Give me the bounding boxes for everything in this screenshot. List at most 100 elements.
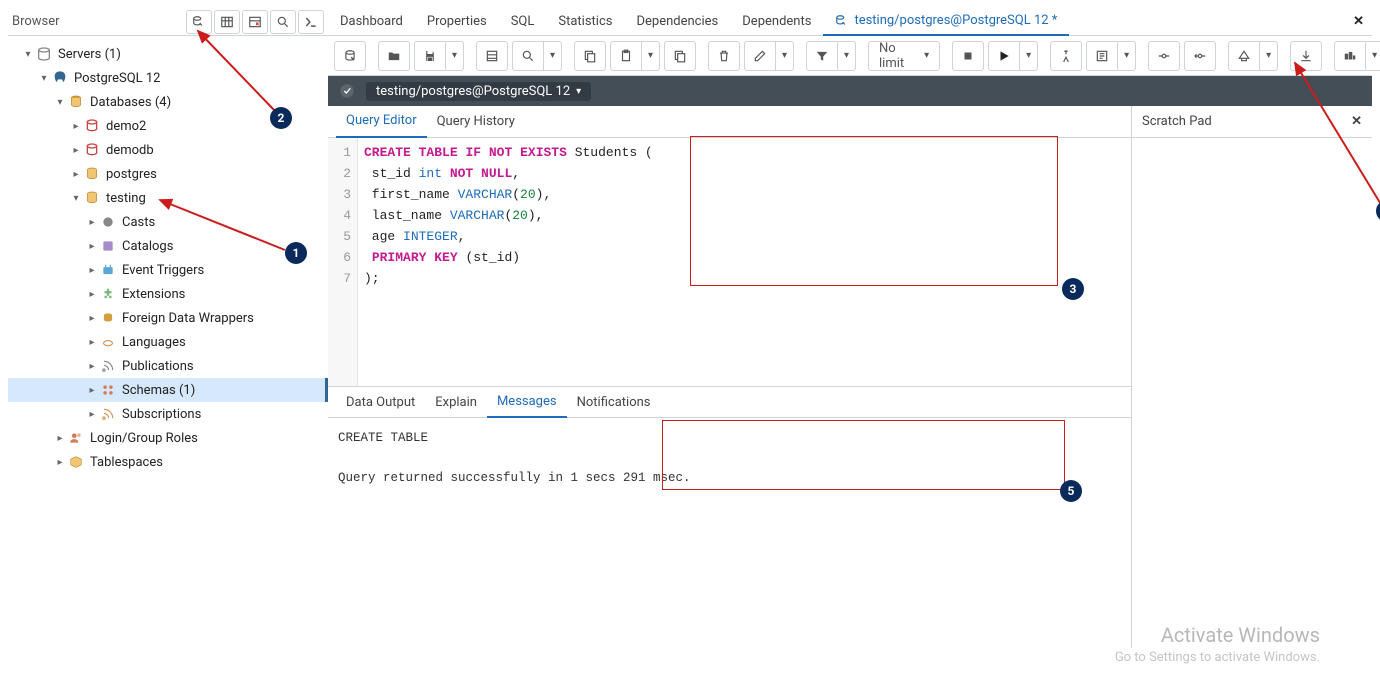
tree-catalogs[interactable]: ▸Catalogs	[8, 234, 328, 258]
tab-sql[interactable]: SQL	[499, 8, 547, 36]
open-file-button[interactable]	[334, 41, 366, 71]
server-group-icon	[36, 46, 52, 62]
tree-languages[interactable]: ▸Languages	[8, 330, 328, 354]
tab-explain[interactable]: Explain	[425, 386, 487, 418]
tree-publications[interactable]: ▸Publications	[8, 354, 328, 378]
database-group-icon	[68, 94, 84, 110]
tree-label: Catalogs	[122, 239, 173, 254]
annotation-2: 2	[270, 107, 292, 129]
view-data-button[interactable]	[214, 10, 240, 34]
clear-button[interactable]	[1228, 41, 1260, 71]
output-tabs: Data Output Explain Messages Notificatio…	[328, 386, 1131, 418]
tab-statistics[interactable]: Statistics	[546, 8, 624, 36]
filter-rows-button[interactable]	[242, 10, 268, 34]
tab-properties[interactable]: Properties	[415, 8, 499, 36]
database-icon	[84, 118, 100, 134]
explain-dropdown[interactable]: ▾	[1118, 41, 1136, 71]
languages-icon	[100, 334, 116, 350]
macros-button[interactable]	[1334, 41, 1366, 71]
tab-dependencies[interactable]: Dependencies	[624, 8, 730, 36]
tab-query-history[interactable]: Query History	[427, 106, 525, 138]
search-objects-button[interactable]	[270, 10, 296, 34]
watermark-title: Activate Windows	[1161, 623, 1320, 647]
tablespaces-icon	[68, 454, 84, 470]
tab-query-editor[interactable]: Query Editor	[336, 106, 427, 138]
tree-fdw[interactable]: ▸Foreign Data Wrappers	[8, 306, 328, 330]
tree-label: Languages	[122, 335, 186, 350]
find-dropdown[interactable]: ▾	[544, 41, 562, 71]
tree-label: Event Triggers	[122, 263, 204, 278]
extensions-icon	[100, 286, 116, 302]
explain-button[interactable]	[1050, 41, 1082, 71]
stop-button[interactable]	[952, 41, 984, 71]
tab-data-output[interactable]: Data Output	[336, 386, 425, 418]
message-line2: Query returned successfully in 1 secs 29…	[338, 471, 691, 485]
execute-button[interactable]	[988, 41, 1020, 71]
code-lines: CREATE TABLE IF NOT EXISTS Students ( st…	[358, 138, 659, 386]
query-tool-button[interactable]	[186, 10, 212, 34]
tree-casts[interactable]: ▸Casts	[8, 210, 328, 234]
tree-db-postgres[interactable]: ▸postgres	[8, 162, 328, 186]
commit-button[interactable]	[1148, 41, 1180, 71]
connection-status-icon[interactable]	[336, 80, 358, 102]
annotation-box-5	[662, 420, 1065, 490]
tree-extensions[interactable]: ▸Extensions	[8, 282, 328, 306]
scratch-pad: Scratch Pad ✕	[1132, 106, 1372, 648]
folder-open-button[interactable]	[378, 41, 410, 71]
edit2-button[interactable]	[744, 41, 776, 71]
top-tabs: Dashboard Properties SQL Statistics Depe…	[328, 8, 1372, 36]
edit-button[interactable]	[476, 41, 508, 71]
sql-toolbar: ▾ ▾ ▾ ▾ ▾ No limit▾ ▾ ▾ ▾ ▾	[328, 36, 1372, 76]
explain-analyze-button[interactable]	[1086, 41, 1118, 71]
main-area: Dashboard Properties SQL Statistics Depe…	[328, 8, 1372, 648]
execute-dropdown[interactable]: ▾	[1020, 41, 1038, 71]
database-icon	[84, 190, 100, 206]
tab-notifications[interactable]: Notifications	[567, 386, 661, 418]
tree-subscriptions[interactable]: ▸Subscriptions	[8, 402, 328, 426]
database-icon	[84, 142, 100, 158]
filter-dropdown[interactable]: ▾	[838, 41, 856, 71]
browser-title: Browser	[8, 14, 186, 29]
roles-icon	[68, 430, 84, 446]
tree-event-triggers[interactable]: ▸Event Triggers	[8, 258, 328, 282]
clear-dropdown[interactable]: ▾	[1260, 41, 1278, 71]
paste-dropdown[interactable]: ▾	[642, 41, 660, 71]
tree-postgresql[interactable]: ▾PostgreSQL 12	[8, 66, 328, 90]
save-button[interactable]	[414, 41, 446, 71]
tree-login-roles[interactable]: ▸Login/Group Roles	[8, 426, 328, 450]
tree-servers[interactable]: ▾Servers (1)	[8, 42, 328, 66]
tab-dashboard[interactable]: Dashboard	[328, 8, 415, 36]
tab-close-button[interactable]: ✕	[1345, 14, 1372, 29]
psql-tool-button[interactable]	[298, 10, 324, 34]
line-gutter: 1234567	[328, 138, 358, 386]
copy-button[interactable]	[574, 41, 606, 71]
filter-button[interactable]	[806, 41, 838, 71]
tree-schemas[interactable]: ▸Schemas (1)	[8, 378, 328, 402]
tree-db-demodb[interactable]: ▸demodb	[8, 138, 328, 162]
macros-dropdown[interactable]: ▾	[1366, 41, 1380, 71]
connection-selector[interactable]: testing/postgres@PostgreSQL 12▾	[366, 82, 591, 101]
connection-bar: testing/postgres@PostgreSQL 12▾	[328, 76, 1372, 106]
delete-button[interactable]	[708, 41, 740, 71]
tree-tablespaces[interactable]: ▸Tablespaces	[8, 450, 328, 474]
scratch-close-button[interactable]: ✕	[1351, 114, 1362, 129]
edit2-dropdown[interactable]: ▾	[776, 41, 794, 71]
save-dropdown[interactable]: ▾	[446, 41, 464, 71]
event-triggers-icon	[100, 262, 116, 278]
editor-tabs: Query Editor Query History	[328, 106, 1131, 138]
tab-messages[interactable]: Messages	[487, 386, 567, 418]
download-button[interactable]	[1290, 41, 1322, 71]
schemas-icon	[100, 382, 116, 398]
limit-dropdown[interactable]: No limit▾	[868, 41, 940, 71]
paste-button[interactable]	[610, 41, 642, 71]
tab-query-tool[interactable]: testing/postgres@PostgreSQL 12 *	[823, 8, 1069, 36]
connection-label: testing/postgres@PostgreSQL 12	[376, 84, 570, 99]
tree-label: Casts	[122, 215, 155, 230]
publications-icon	[100, 358, 116, 374]
copy-result-button[interactable]	[664, 41, 696, 71]
tab-dependents[interactable]: Dependents	[730, 8, 823, 36]
find-button[interactable]	[512, 41, 544, 71]
annotation-1: 1	[285, 242, 307, 264]
rollback-button[interactable]	[1184, 41, 1216, 71]
tree-db-testing[interactable]: ▾testing	[8, 186, 328, 210]
